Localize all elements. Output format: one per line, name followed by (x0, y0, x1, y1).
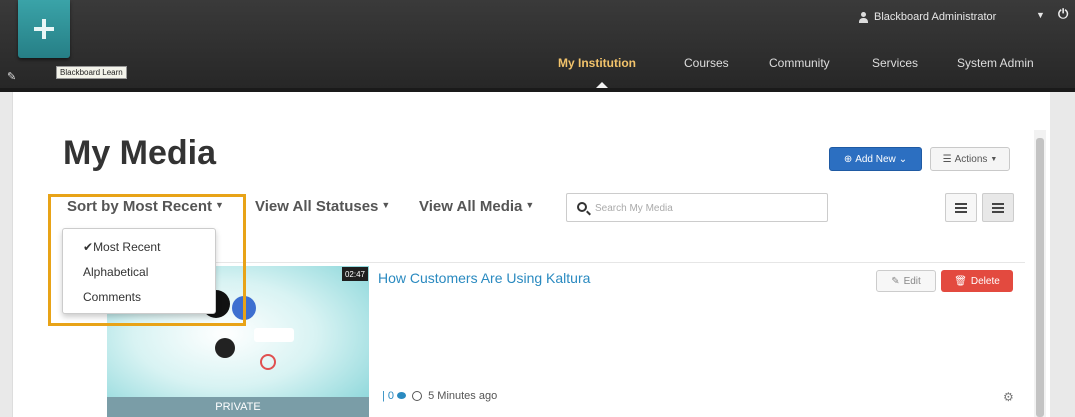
clock-icon (412, 391, 423, 401)
caret-down-icon: ▼ (525, 200, 535, 210)
user-menu[interactable]: Blackboard Administrator (858, 8, 996, 26)
pencil-icon[interactable]: ✎ (7, 70, 16, 83)
edit-button[interactable]: ✎ Edit (876, 270, 936, 292)
entry-age: 5 Minutes ago (428, 390, 498, 402)
logo-mark (260, 354, 276, 370)
brand-tag: Blackboard Learn (56, 66, 127, 79)
media-entry-title[interactable]: How Customers Are Using Kaltura (378, 270, 590, 286)
list-view-icon (955, 202, 967, 213)
sort-option-alphabetical[interactable]: Alphabetical (83, 265, 148, 279)
search-box (566, 193, 828, 222)
nav-courses[interactable]: Courses (684, 56, 729, 72)
nav-my-institution[interactable]: My Institution (558, 56, 636, 72)
add-new-label: Add New (855, 153, 896, 165)
logo-mark (215, 338, 235, 358)
search-icon[interactable] (577, 202, 587, 212)
status-filter-dropdown[interactable]: View All Statuses ▼ (255, 198, 390, 215)
user-icon (858, 11, 869, 23)
plus-circle-icon: ⊕ (843, 153, 853, 165)
pencil-icon: ✎ (891, 275, 900, 287)
edit-label: Edit (903, 275, 921, 287)
page-title: My Media (63, 134, 217, 172)
nav-services[interactable]: Services (872, 56, 918, 72)
top-navigation-bar: ✎ Blackboard Learn Blackboard Administra… (0, 0, 1075, 92)
media-filter-dropdown[interactable]: View All Media ▼ (419, 198, 534, 215)
sort-option-comments[interactable]: Comments (83, 290, 141, 304)
power-icon[interactable]: ⏻ (1058, 6, 1072, 21)
detail-view-icon (992, 202, 1004, 213)
logo-mark (254, 328, 294, 342)
user-name: Blackboard Administrator (874, 11, 997, 23)
search-input[interactable] (595, 198, 820, 218)
scrollbar-thumb[interactable] (1036, 138, 1044, 417)
nav-community[interactable]: Community (769, 56, 830, 72)
delete-label: Delete (970, 275, 1000, 287)
nav-active-pointer (594, 82, 610, 90)
privacy-status-bar: PRIVATE (107, 397, 369, 417)
menu-icon: ☰ (942, 153, 952, 165)
duration-badge: 02:47 (342, 267, 368, 281)
trash-icon: 🗑 (954, 275, 967, 287)
nav-system-admin[interactable]: System Admin (957, 56, 1034, 72)
caret-down-icon: ▼ (381, 200, 391, 210)
comment-count[interactable]: | 0 (382, 390, 407, 402)
gear-icon[interactable]: ⚙ (1003, 390, 1014, 404)
sort-menu: ✔Most Recent Alphabetical Comments (62, 228, 216, 314)
add-new-button[interactable]: ⊕ Add New ⌄ (829, 147, 922, 171)
entry-meta: | 0 5 Minutes ago (382, 390, 497, 402)
status-filter-label: View All Statuses (255, 198, 379, 215)
chevron-down-icon[interactable]: ▼ (1036, 10, 1045, 20)
check-icon: ✔ (83, 240, 94, 254)
chevron-down-icon: ⌄ (898, 153, 908, 165)
sort-option-most-recent[interactable]: ✔Most Recent (83, 240, 160, 254)
actions-label: Actions (954, 153, 988, 165)
delete-button[interactable]: 🗑 Delete (941, 270, 1013, 292)
list-view-button[interactable] (945, 193, 977, 222)
detail-view-button[interactable] (982, 193, 1014, 222)
media-filter-label: View All Media (419, 198, 523, 215)
actions-button[interactable]: ☰ Actions ▼ (930, 147, 1010, 171)
caret-down-icon: ▼ (990, 155, 998, 163)
comment-icon (397, 392, 407, 399)
plus-icon[interactable] (18, 0, 70, 58)
